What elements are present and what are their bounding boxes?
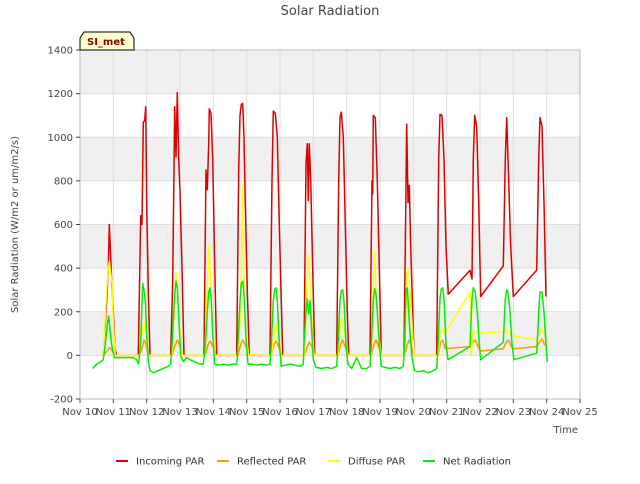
x-tick-label: Nov 23	[496, 407, 531, 418]
y-tick-label: 1400	[48, 46, 73, 57]
y-axis-title: Solar Radiation (W/m2 or um/m2/s)	[10, 136, 21, 313]
x-tick-label: Nov 13	[162, 407, 197, 418]
y-tick-label: 1200	[48, 89, 73, 100]
y-tick-label: 600	[54, 220, 73, 231]
legend-label-incoming-par: Incoming PAR	[136, 457, 205, 468]
chart-root: -200 0 200 400 600 800 1000 1200 1400 Nov 10 Nov …	[0, 0, 640, 480]
station-badge: SI_met	[79, 31, 135, 51]
x-tick-label: Nov 17	[296, 407, 331, 418]
y-axis-ticks: -200 0 200 400 600 800 1000 1200 1400	[48, 46, 80, 406]
x-tick-label: Nov 24	[529, 407, 564, 418]
y-tick-label: -200	[50, 395, 73, 406]
legend-label-reflected-par: Reflected PAR	[237, 457, 306, 468]
legend-label-net-radiation: Net Radiation	[443, 457, 511, 468]
y-tick-label: 1000	[48, 133, 73, 144]
x-tick-label: Nov 21	[429, 407, 464, 418]
x-tick-label: Nov 12	[129, 407, 164, 418]
y-tick-label: 200	[54, 307, 73, 318]
x-tick-label: Nov 25	[562, 407, 597, 418]
x-axis-ticks: Nov 10Nov 11Nov 12Nov 13Nov 14Nov 15Nov …	[62, 399, 598, 418]
legend-label-diffuse-par: Diffuse PAR	[348, 457, 405, 468]
x-tick-label: Nov 10	[62, 407, 97, 418]
x-tick-label: Nov 11	[96, 407, 131, 418]
chart-title: Solar Radiation	[281, 4, 380, 19]
x-tick-label: Nov 16	[262, 407, 297, 418]
x-tick-label: Nov 18	[329, 407, 364, 418]
x-tick-label: Nov 14	[196, 407, 231, 418]
background-band	[80, 355, 580, 399]
background-band	[80, 224, 580, 269]
x-tick-label: Nov 15	[229, 407, 264, 418]
y-tick-label: 0	[67, 351, 73, 362]
background-band	[80, 50, 580, 94]
y-tick-label: 800	[54, 176, 73, 187]
chart-svg: -2000200400600800100012001400 Nov 10Nov …	[10, 4, 598, 468]
legend: Incoming PAR Reflected PAR Diffuse PAR Net …	[116, 457, 511, 468]
x-axis-title: Time	[553, 425, 578, 436]
x-tick-label: Nov 19	[362, 407, 397, 418]
background-band	[80, 93, 580, 138]
station-badge-label: SI_met	[87, 37, 125, 48]
x-tick-label: Nov 20	[396, 407, 431, 418]
x-tick-label: Nov 22	[462, 407, 497, 418]
y-tick-label: 400	[54, 264, 73, 275]
